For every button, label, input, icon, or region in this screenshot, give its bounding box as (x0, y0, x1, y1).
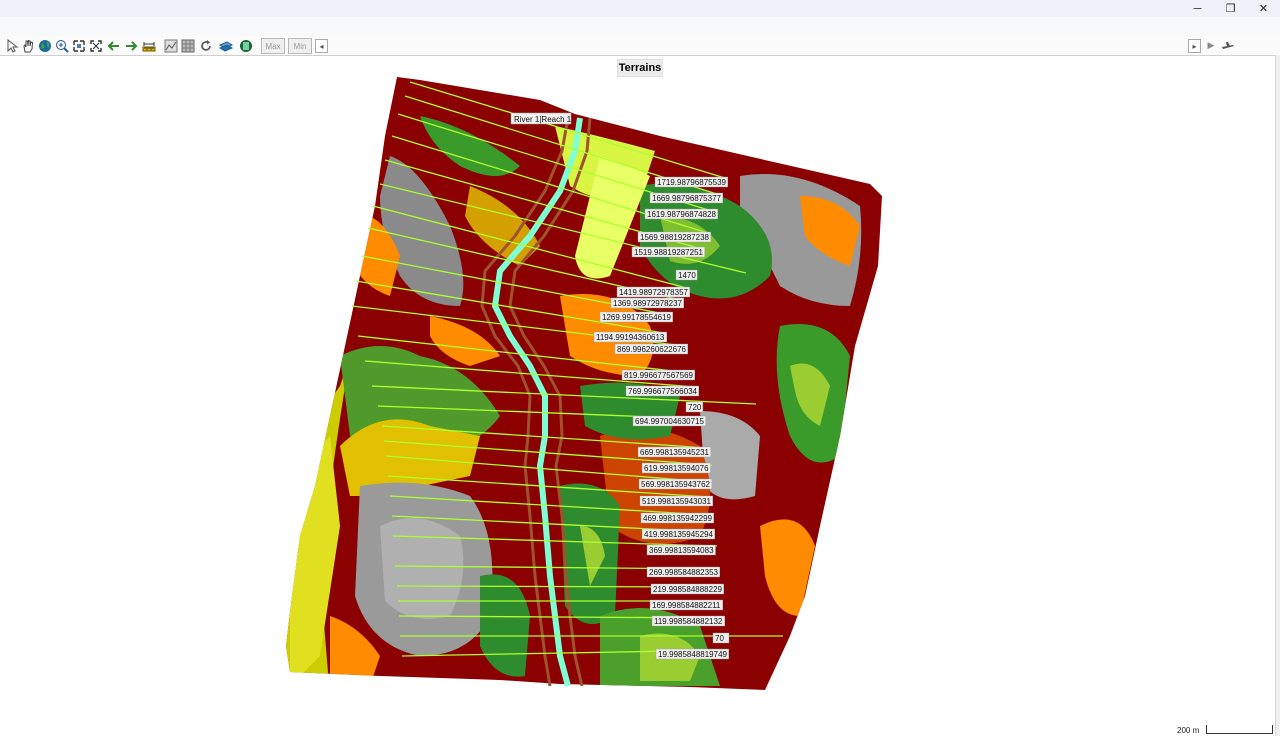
station-label: 1719.98796875539 (657, 178, 727, 187)
station-label: 119.998584882132 (654, 617, 723, 626)
station-label: 769.996677566034 (628, 387, 698, 396)
terrain-raster (286, 77, 882, 690)
map-toolbar: Max Min ◂ ▸ ▶ (0, 36, 1280, 56)
station-label: 1194.99194360613 (596, 333, 665, 342)
scale-bar (1206, 725, 1273, 734)
station-label: 694.997004630715 (635, 417, 705, 426)
station-label: 720 (688, 403, 702, 412)
scroll-left-button[interactable]: ◂ (315, 39, 328, 53)
title-bar: ─ ❐ ✕ (0, 0, 1280, 17)
station-label: 1269.99178554619 (602, 313, 672, 322)
station-label: 1419.98972978357 (619, 288, 689, 297)
zoom-in-icon[interactable] (54, 38, 70, 53)
station-label: 669.998135945231 (640, 448, 710, 457)
station-label: 219.998584888229 (653, 585, 723, 594)
profile-plot-icon[interactable] (163, 38, 179, 53)
scale-label: 200 m (1177, 726, 1200, 735)
river-reach-label: River 1|Reach 1 (514, 115, 572, 124)
minimize-button[interactable]: ─ (1181, 0, 1214, 17)
back-arrow-icon[interactable] (106, 38, 122, 53)
station-label: 269.998584882353 (649, 568, 719, 577)
full-extent-icon[interactable] (88, 38, 104, 53)
layers-grid-icon[interactable] (180, 38, 196, 53)
station-label: 1669.98796875377 (652, 194, 722, 203)
zoom-extents-icon[interactable] (71, 38, 87, 53)
station-label: 419.998135945294 (644, 530, 714, 539)
map-title: Terrains (617, 59, 663, 77)
station-label: 869.996260622676 (617, 345, 687, 354)
station-label: 369.99813594083 (649, 546, 714, 555)
station-label: 619.99813594076 (644, 464, 709, 473)
measure-ruler-icon[interactable] (141, 38, 157, 53)
station-label: 469.998135942299 (643, 514, 713, 523)
station-label: 519.998135943031 (642, 497, 712, 506)
menu-strip (0, 17, 1280, 36)
save-map-icon[interactable] (238, 38, 254, 53)
forward-arrow-icon[interactable] (123, 38, 139, 53)
play-button[interactable]: ▶ (1203, 38, 1219, 53)
pan-hand-icon[interactable] (20, 38, 36, 53)
pointer-tool-icon[interactable] (4, 38, 20, 53)
station-label: 1619.98796874828 (647, 210, 717, 219)
refresh-icon[interactable] (198, 38, 214, 53)
restore-button[interactable]: ❐ (1214, 0, 1247, 17)
plane-icon[interactable] (1220, 38, 1236, 53)
station-label: 819.996677567569 (624, 371, 694, 380)
close-button[interactable]: ✕ (1247, 0, 1280, 17)
map-layers-icon[interactable] (218, 38, 234, 53)
globe-icon[interactable] (37, 38, 53, 53)
scroll-right-button[interactable]: ▸ (1188, 39, 1201, 53)
terrain-map[interactable]: 1719.98796875539 1669.98796875377 1619.987… (0, 56, 1276, 736)
station-label: 1470 (678, 271, 696, 280)
station-label: 70 (715, 634, 724, 643)
river-label-group: River 1|Reach 1 (510, 112, 572, 125)
station-label: 1369.98972978237 (613, 299, 683, 308)
max-button[interactable]: Max (261, 38, 285, 54)
station-label: 19.9985848819749 (658, 650, 728, 659)
station-label: 169.998584882211 (652, 601, 721, 610)
window-controls: ─ ❐ ✕ (1181, 0, 1280, 17)
station-label: 569.998135943762 (641, 480, 711, 489)
station-label: 1519.98819287251 (634, 248, 704, 257)
station-label: 1569.98819287238 (640, 233, 710, 242)
min-button[interactable]: Min (288, 38, 312, 54)
